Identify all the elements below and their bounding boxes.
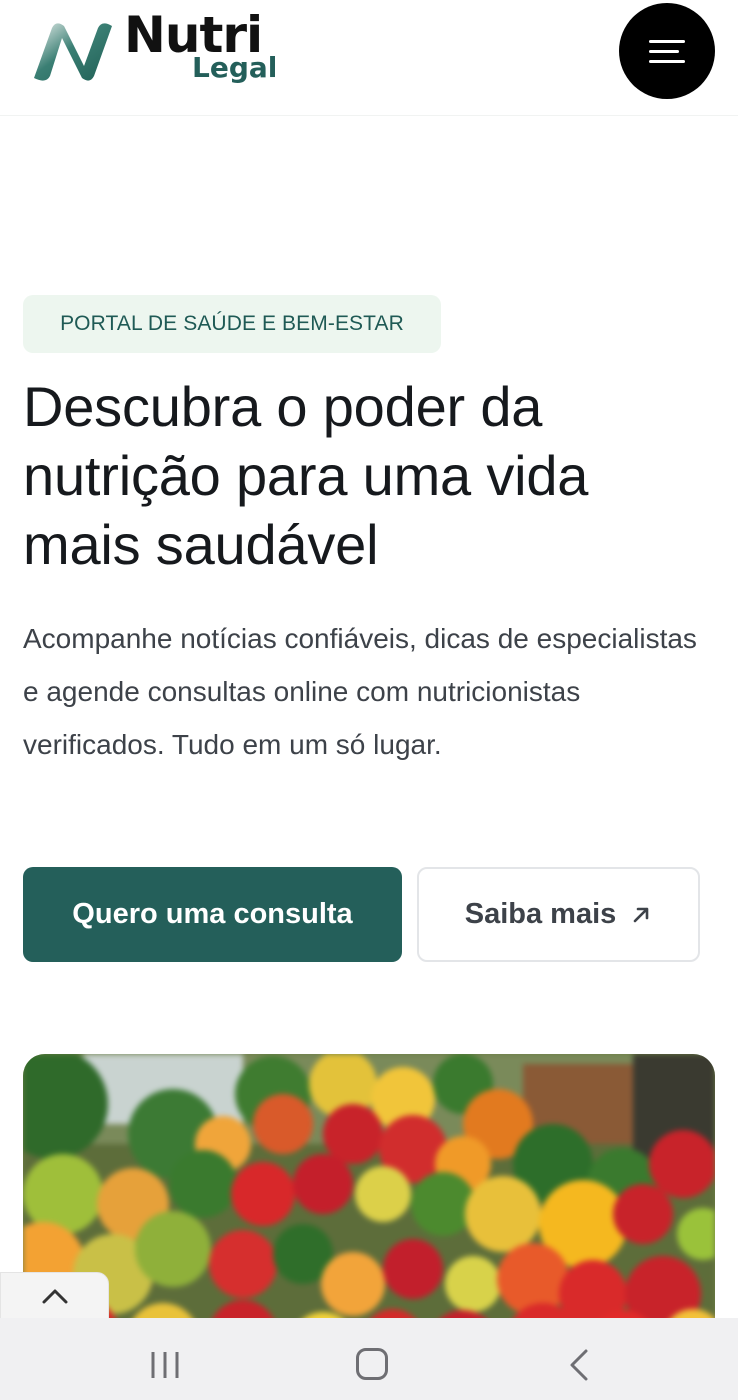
hero-image <box>23 1054 715 1354</box>
hero-title: Descubra o poder da nutrição para uma vi… <box>23 375 589 576</box>
hamburger-menu-icon <box>649 39 685 43</box>
book-consultation-button[interactable]: Quero uma consulta <box>23 867 402 962</box>
home-icon[interactable] <box>356 1348 388 1380</box>
chevron-up-icon <box>42 1289 67 1304</box>
site-header: Nutri Legal <box>0 0 738 116</box>
logo-mark-icon <box>34 23 112 81</box>
hero-description: Acompanhe notícias confiáveis, dicas de … <box>23 623 697 760</box>
produce-illustration <box>23 1054 715 1354</box>
arrow-up-right-icon <box>633 907 649 922</box>
recents-icon[interactable] <box>150 1350 182 1380</box>
section-badge: PORTAL DE SAÚDE E BEM-ESTAR <box>23 295 441 353</box>
menu-button[interactable] <box>619 3 715 99</box>
book-consultation-label: Quero uma consulta <box>72 898 353 930</box>
logo-subtitle: Legal <box>192 51 278 84</box>
learn-more-label: Saiba mais <box>464 898 617 930</box>
learn-more-button[interactable]: Saiba mais <box>417 867 700 962</box>
back-icon[interactable] <box>566 1348 592 1382</box>
site-logo[interactable]: Nutri Legal <box>28 10 298 90</box>
